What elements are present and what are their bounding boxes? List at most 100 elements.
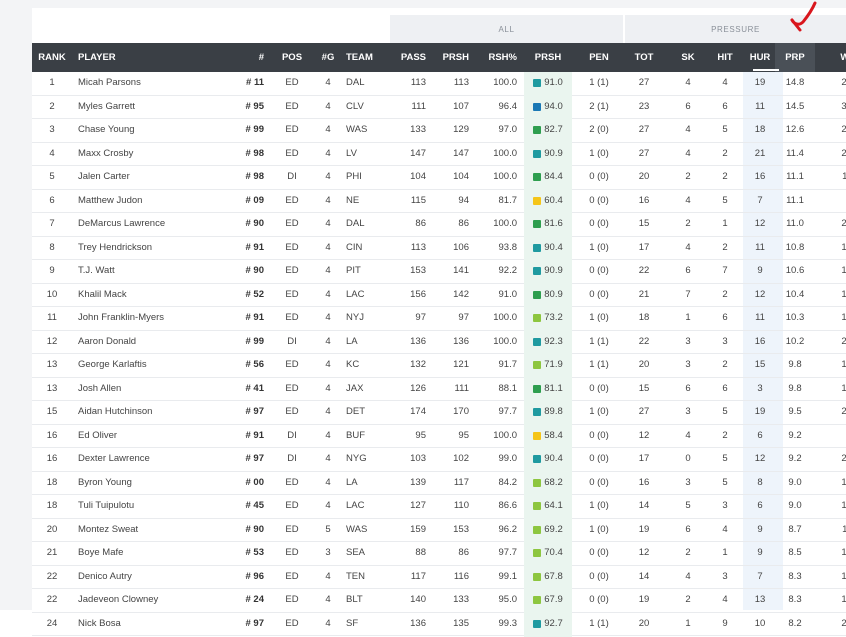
table-row[interactable]: 21 Boye Mafe # 53 ED 3 SEA 88 86 97.7 70.4 0 (0) 12… bbox=[32, 542, 846, 566]
cell-prp: 8.5 bbox=[788, 547, 802, 558]
cell-penalties: 2 (0) bbox=[589, 124, 609, 135]
cell-player[interactable]: Micah Parsons bbox=[78, 72, 228, 94]
grade-color-swatch bbox=[533, 196, 542, 205]
cell-pass-rush-pct: 100.0 bbox=[493, 77, 517, 88]
cell-total-pressures: 27 bbox=[638, 124, 650, 135]
cell-pass-rush-snaps: 141 bbox=[453, 265, 469, 276]
table-row[interactable]: 12 Aaron Donald # 99 DI 4 LA 136 136 100.0 92.3 1 … bbox=[32, 330, 846, 355]
table-row[interactable]: 8 Trey Hendrickson # 91 ED 4 CIN 113 106 93.8 90.… bbox=[32, 236, 846, 261]
cell-position: ED bbox=[285, 288, 299, 300]
cell-games: 4 bbox=[325, 406, 331, 417]
table-row[interactable]: 20 Montez Sweat # 90 ED 5 WAS 159 153 96.2 69.2 1 … bbox=[32, 518, 846, 543]
table-row[interactable]: 16 Ed Oliver # 91 DI 4 BUF 95 95 100.0 58.4 0 (0) 1… bbox=[32, 424, 846, 449]
header-games[interactable]: #G bbox=[317, 43, 339, 72]
header-wins[interactable]: WI bbox=[822, 43, 846, 72]
cell-position: ED bbox=[285, 100, 299, 112]
header-jersey-number[interactable]: # bbox=[228, 43, 264, 72]
cell-player[interactable]: George Karlaftis bbox=[78, 354, 228, 376]
header-prp[interactable]: PRP bbox=[775, 43, 815, 72]
cell-team: DAL bbox=[346, 77, 365, 88]
cell-player[interactable]: John Franklin-Myers bbox=[78, 307, 228, 329]
cell-player[interactable]: Maxx Crosby bbox=[78, 143, 228, 165]
cell-player[interactable]: Denico Autry bbox=[78, 566, 228, 588]
cell-player[interactable]: DeMarcus Lawrence bbox=[78, 213, 228, 235]
cell-sacks: 3 bbox=[685, 359, 691, 370]
cell-player[interactable]: Tuli Tuipulotu bbox=[78, 495, 228, 517]
grade-value: 89.8 bbox=[544, 406, 563, 417]
cell-hurries: 11 bbox=[755, 312, 765, 323]
cell-player[interactable]: Jalen Carter bbox=[78, 166, 228, 188]
table-row[interactable]: 22 Jadeveon Clowney # 24 ED 4 BLT 140 133 95.0 67… bbox=[32, 589, 846, 613]
cell-player[interactable]: Josh Allen bbox=[78, 378, 228, 400]
table-row[interactable]: 7 DeMarcus Lawrence # 90 ED 4 DAL 86 86 100.0 81.… bbox=[32, 213, 846, 237]
cell-player[interactable]: Dexter Lawrence bbox=[78, 448, 228, 470]
cell-pass-rush-pct: 96.2 bbox=[498, 523, 518, 535]
cell-pass-rush-pct: 93.8 bbox=[498, 241, 518, 253]
table-row[interactable]: 6 Matthew Judon # 09 ED 4 NE 115 94 81.7 60.4 0 (0… bbox=[32, 189, 846, 214]
table-row[interactable]: 18 Tuli Tuipulotu # 45 ED 4 LAC 127 110 86.6 64.1… bbox=[32, 495, 846, 519]
header-position[interactable]: POS bbox=[277, 43, 307, 72]
header-penalties[interactable]: PEN bbox=[580, 43, 618, 72]
cell-hurries: 7 bbox=[757, 570, 763, 582]
cell-rank: 18 bbox=[46, 500, 58, 511]
cell-player[interactable]: Byron Young bbox=[78, 472, 228, 494]
cell-pass-rush-snaps: 94 bbox=[458, 194, 469, 206]
cell-player[interactable]: Khalil Mack bbox=[78, 284, 228, 306]
cell-player[interactable]: Ed Oliver bbox=[78, 425, 228, 447]
cell-pass-rush-grade: 67.8 bbox=[524, 565, 572, 590]
table-row[interactable]: 10 Khalil Mack # 52 ED 4 LAC 156 142 91.0 80.9 0 (… bbox=[32, 283, 846, 308]
cell-player[interactable]: Chase Young bbox=[78, 119, 228, 141]
header-team[interactable]: TEAM bbox=[346, 43, 386, 72]
cell-player[interactable]: Matthew Judon bbox=[78, 190, 228, 212]
header-pass-rush-pct[interactable]: RSH% bbox=[477, 43, 517, 72]
table-row[interactable]: 5 Jalen Carter # 98 DI 4 PHI 104 104 100.0 84.4 0 … bbox=[32, 166, 846, 190]
header-pass-rush-grade[interactable]: PRSH bbox=[524, 43, 572, 72]
cell-player[interactable]: Montez Sweat bbox=[78, 519, 228, 541]
table-row[interactable]: 24 Nick Bosa # 97 ED 4 SF 136 135 99.3 92.7 1 (1) 2… bbox=[32, 612, 846, 637]
cell-player[interactable]: Nick Bosa bbox=[78, 613, 228, 635]
table-row[interactable]: 4 Maxx Crosby # 98 ED 4 LV 147 147 100.0 90.9 1 (0… bbox=[32, 142, 846, 167]
cell-player[interactable]: Jadeveon Clowney bbox=[78, 589, 228, 611]
table-row[interactable]: 13 Josh Allen # 41 ED 4 JAX 126 111 88.1 81.1 0 (0… bbox=[32, 377, 846, 402]
table-row[interactable]: 1 Micah Parsons # 11 ED 4 DAL 113 113 100.0 91.0 1… bbox=[32, 72, 846, 96]
header-pass-snaps[interactable]: PASS bbox=[390, 43, 426, 72]
grade-value: 81.6 bbox=[544, 218, 563, 229]
cell-total-pressures: 20 bbox=[638, 359, 650, 370]
cell-pass-snaps: 153 bbox=[410, 265, 426, 276]
header-pass-rush-snaps[interactable]: PRSH bbox=[434, 43, 469, 72]
cell-prp: 8.7 bbox=[788, 523, 802, 535]
table-row[interactable]: 16 Dexter Lawrence # 97 DI 4 NYG 103 102 99.0 90.… bbox=[32, 448, 846, 472]
table-row[interactable]: 3 Chase Young # 99 ED 4 WAS 133 129 97.0 82.7 2 (0… bbox=[32, 119, 846, 143]
table-row[interactable]: 11 John Franklin-Myers # 91 ED 4 NYJ 97 97 100.0… bbox=[32, 307, 846, 331]
header-total-pressures[interactable]: TOT bbox=[624, 43, 664, 72]
header-rank[interactable]: RANK bbox=[32, 43, 72, 72]
cell-player[interactable]: Myles Garrett bbox=[78, 96, 228, 118]
table-row[interactable]: 13 George Karlaftis # 56 ED 4 KC 132 121 91.7 71.… bbox=[32, 354, 846, 378]
cell-player[interactable]: Aidan Hutchinson bbox=[78, 401, 228, 423]
cell-pass-snaps: 115 bbox=[410, 194, 426, 206]
table-row[interactable]: 2 Myles Garrett # 95 ED 4 CLV 111 107 96.4 94.0 2 … bbox=[32, 95, 846, 120]
cell-jersey-number: # 98 bbox=[245, 147, 265, 159]
cell-player[interactable]: Aaron Donald bbox=[78, 331, 228, 353]
table-row[interactable]: 15 Aidan Hutchinson # 97 ED 4 DET 174 170 97.7 89… bbox=[32, 401, 846, 425]
cell-rank: 2 bbox=[49, 100, 55, 112]
cell-player[interactable]: Trey Hendrickson bbox=[78, 237, 228, 259]
table-row[interactable]: 22 Denico Autry # 96 ED 4 TEN 117 116 99.1 67.8 0 … bbox=[32, 565, 846, 590]
cell-player[interactable]: T.J. Watt bbox=[78, 260, 228, 282]
header-sacks[interactable]: SK bbox=[672, 43, 704, 72]
table-row[interactable]: 18 Byron Young # 00 ED 4 LA 139 117 84.2 68.2 0 (0… bbox=[32, 471, 846, 496]
cell-position: ED bbox=[285, 265, 299, 276]
header-hurries[interactable]: HUR bbox=[743, 43, 777, 72]
header-hits[interactable]: HIT bbox=[708, 43, 742, 72]
table-row[interactable]: 9 T.J. Watt # 90 ED 4 PIT 153 141 92.2 90.9 0 (0) 2… bbox=[32, 260, 846, 284]
cell-total-pressures: 17 bbox=[638, 453, 650, 464]
cell-jersey-number: # 90 bbox=[245, 218, 265, 229]
cell-total-pressures: 22 bbox=[638, 335, 650, 347]
cell-hurries: 6 bbox=[757, 500, 763, 511]
header-player[interactable]: PLAYER bbox=[78, 43, 228, 72]
cell-player[interactable]: Boye Mafe bbox=[78, 542, 228, 564]
cell-position: ED bbox=[285, 547, 299, 558]
cell-games: 4 bbox=[325, 171, 331, 182]
cell-rank: 13 bbox=[46, 359, 58, 370]
cell-pass-rush-snaps: 104 bbox=[453, 171, 469, 182]
